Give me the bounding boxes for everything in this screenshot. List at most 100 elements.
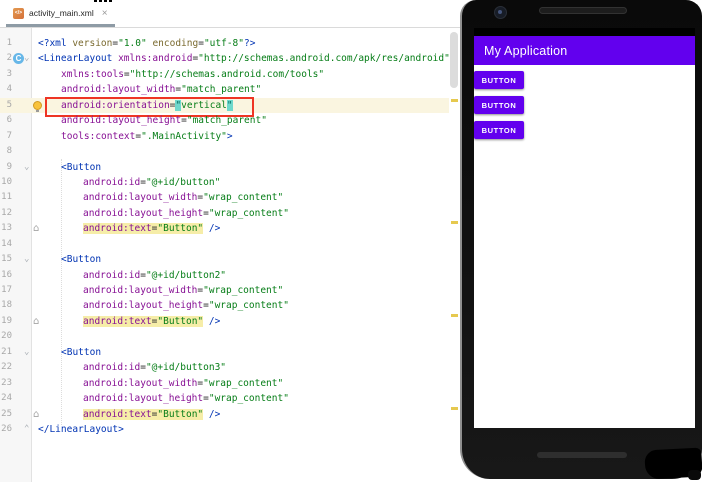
- line-number: 26: [0, 422, 12, 437]
- tab-label: activity_main.xml: [29, 8, 94, 18]
- code-line[interactable]: 11android:layout_width="wrap_content": [0, 190, 449, 205]
- line-number: 5: [0, 98, 12, 113]
- gutter-icon-area: [12, 129, 31, 144]
- code-line[interactable]: 15⌄<Button: [0, 252, 449, 267]
- code-line[interactable]: 17android:layout_width="wrap_content": [0, 283, 449, 298]
- code-line[interactable]: 5android:orientation="vertical": [0, 98, 449, 113]
- line-number: 24: [0, 391, 12, 406]
- line-number: 18: [0, 298, 12, 313]
- code-line[interactable]: 25android:text="Button" />⌂: [0, 407, 449, 422]
- code-line[interactable]: 12android:layout_height="wrap_content": [0, 206, 449, 221]
- front-camera-icon: [494, 6, 507, 19]
- gutter-icon-area: [12, 206, 31, 221]
- line-number: 21: [0, 345, 12, 360]
- status-bar: [474, 28, 695, 36]
- line-number: 16: [0, 268, 12, 283]
- resource-icon: ⌂: [33, 407, 39, 422]
- warning-stripe-mark[interactable]: [451, 407, 458, 410]
- line-number: 17: [0, 283, 12, 298]
- line-number: 15: [0, 252, 12, 267]
- fold-down-icon[interactable]: ⌄: [24, 51, 29, 66]
- gutter-icon-area: [12, 391, 31, 406]
- code-line[interactable]: 21⌄<Button: [0, 345, 449, 360]
- code-line[interactable]: 4android:layout_width="match_parent": [0, 82, 449, 97]
- line-number: 12: [0, 206, 12, 221]
- code-line[interactable]: 19android:text="Button" />⌂: [0, 314, 449, 329]
- app-bar-title: My Application: [484, 44, 567, 58]
- gutter-icon-area: [12, 98, 31, 113]
- xml-file-icon: </>: [13, 8, 24, 19]
- gutter-icon-area: [12, 298, 31, 313]
- gutter-icon-area: ⌄: [12, 345, 31, 360]
- code-lines: 1<?xml version="1.0" encoding="utf-8"?>2…: [0, 36, 449, 437]
- gutter-icon-area: [12, 82, 31, 97]
- line-number: 3: [0, 67, 12, 82]
- close-icon[interactable]: ×: [102, 8, 108, 19]
- code-line[interactable]: 1<?xml version="1.0" encoding="utf-8"?>: [0, 36, 449, 51]
- code-line[interactable]: 9⌄<Button: [0, 160, 449, 175]
- line-number: 10: [0, 175, 12, 190]
- phone-content: BUTTON BUTTON BUTTON: [474, 65, 695, 428]
- warning-stripe-mark[interactable]: [451, 221, 458, 224]
- line-number: 14: [0, 237, 12, 252]
- line-number: 2: [0, 51, 12, 66]
- gutter-icon-area: [12, 67, 31, 82]
- code-line[interactable]: 18android:layout_height="wrap_content": [0, 298, 449, 313]
- gutter-icon-area: ⌄: [12, 160, 31, 175]
- gutter-icon-area: [12, 221, 31, 236]
- code-line[interactable]: 13android:text="Button" />⌂: [0, 221, 449, 236]
- code-line[interactable]: 20: [0, 329, 449, 344]
- line-number: 1: [0, 36, 12, 51]
- ink-smudge: [688, 470, 701, 480]
- gutter-icon-area: [12, 190, 31, 205]
- fold-down-icon[interactable]: ⌄: [24, 252, 29, 267]
- code-line[interactable]: 6android:layout_height="match_parent": [0, 113, 449, 128]
- code-line[interactable]: 14: [0, 237, 449, 252]
- gutter-icon-area: [12, 314, 31, 329]
- gutter-icon-area: [12, 283, 31, 298]
- code-line[interactable]: 22android:id="@+id/button3": [0, 360, 449, 375]
- line-number: 9: [0, 160, 12, 175]
- code-line[interactable]: 3xmlns:tools="http://schemas.android.com…: [0, 67, 449, 82]
- warning-stripe-mark[interactable]: [451, 314, 458, 317]
- preview-button[interactable]: BUTTON: [474, 71, 524, 89]
- preview-button[interactable]: BUTTON: [474, 121, 524, 139]
- gutter-icon-area: [12, 237, 31, 252]
- code-line[interactable]: 8: [0, 144, 449, 159]
- earpiece-speaker: [539, 7, 627, 14]
- code-line[interactable]: 26⌃</LinearLayout>: [0, 422, 449, 437]
- scrollbar-thumb[interactable]: [450, 32, 458, 88]
- gutter-icon-area: ⌃: [12, 422, 31, 437]
- phone-screen[interactable]: My Application BUTTON BUTTON BUTTON: [474, 28, 695, 428]
- android-studio-window: </> activity_main.xml × 1<?xml version="…: [0, 0, 702, 482]
- line-number: 19: [0, 314, 12, 329]
- app-bar: My Application: [474, 36, 695, 65]
- code-line[interactable]: 10android:id="@+id/button": [0, 175, 449, 190]
- line-number: 13: [0, 221, 12, 236]
- line-number: 7: [0, 129, 12, 144]
- preview-button[interactable]: BUTTON: [474, 96, 524, 114]
- fold-down-icon[interactable]: ⌄: [24, 345, 29, 360]
- lightbulb-icon[interactable]: [33, 101, 42, 110]
- screen-artifact: [94, 0, 112, 2]
- code-line[interactable]: 7tools:context=".MainActivity">: [0, 129, 449, 144]
- code-line[interactable]: 16android:id="@+id/button2": [0, 268, 449, 283]
- gutter-icon-area: [12, 113, 31, 128]
- bottom-speaker: [537, 452, 627, 458]
- line-number: 4: [0, 82, 12, 97]
- class-c-icon: C: [13, 53, 24, 64]
- gutter-icon-area: [12, 268, 31, 283]
- fold-up-icon[interactable]: ⌃: [24, 422, 29, 437]
- gutter-icon-area: [12, 175, 31, 190]
- code-line[interactable]: 24android:layout_height="wrap_content": [0, 391, 449, 406]
- tab-activity-main-xml[interactable]: </> activity_main.xml ×: [6, 2, 115, 27]
- editor-tab-bar: </> activity_main.xml ×: [0, 0, 460, 28]
- line-number: 23: [0, 376, 12, 391]
- fold-down-icon[interactable]: ⌄: [24, 160, 29, 175]
- code-line[interactable]: 2C⌄<LinearLayout xmlns:android="http://s…: [0, 51, 449, 66]
- line-number: 20: [0, 329, 12, 344]
- resource-icon: ⌂: [33, 314, 39, 329]
- code-line[interactable]: 23android:layout_width="wrap_content": [0, 376, 449, 391]
- warning-stripe-mark[interactable]: [451, 99, 458, 102]
- code-editor[interactable]: 1<?xml version="1.0" encoding="utf-8"?>2…: [0, 28, 460, 482]
